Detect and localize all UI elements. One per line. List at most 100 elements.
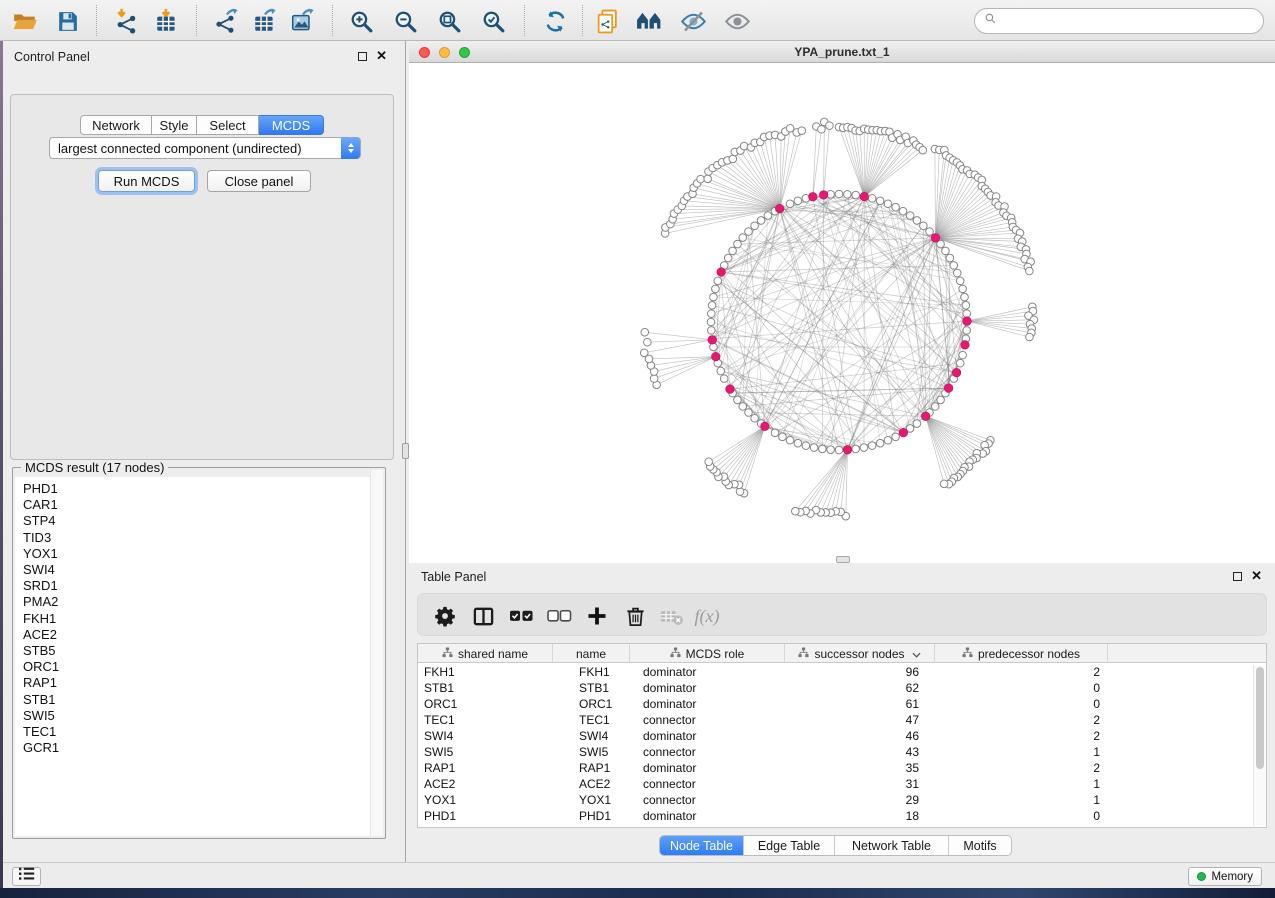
table-row[interactable]: ORC1ORC1dominator610	[418, 696, 1253, 712]
mcds-result-item[interactable]: STB5	[23, 643, 370, 659]
tab-network[interactable]: Network	[80, 115, 152, 135]
show-all-icon[interactable]	[722, 6, 752, 36]
cell: 1	[935, 776, 1108, 792]
tab-mcds[interactable]: MCDS	[259, 115, 324, 135]
column-header-predecessor-nodes[interactable]: predecessor nodes	[935, 644, 1108, 663]
mcds-result-item[interactable]: GCR1	[23, 740, 370, 756]
mcds-result-item[interactable]: PMA2	[23, 594, 370, 610]
mcds-result-item[interactable]: SRD1	[23, 578, 370, 594]
zoom-out-icon[interactable]	[390, 6, 420, 36]
mcds-result-item[interactable]: SWI4	[23, 562, 370, 578]
select-all-icon[interactable]	[508, 603, 534, 629]
tab-style[interactable]: Style	[152, 115, 197, 135]
search-input[interactable]	[1002, 14, 1252, 28]
mcds-result-item[interactable]: ACE2	[23, 627, 370, 643]
apply-layout-icon[interactable]	[540, 6, 570, 36]
table-row[interactable]: TEC1TEC1connector472	[418, 712, 1253, 728]
table-scrollbar-thumb[interactable]	[1256, 667, 1264, 769]
network-graph[interactable]	[409, 63, 1275, 563]
toolbar-separator	[96, 5, 97, 36]
unselect-all-icon[interactable]	[546, 603, 572, 629]
export-table-icon[interactable]	[250, 6, 280, 36]
save-session-icon[interactable]	[52, 6, 82, 36]
column-header-MCDS-role[interactable]: MCDS role	[630, 644, 785, 663]
tab-node-table[interactable]: Node Table	[660, 836, 743, 855]
table-scrollbar[interactable]	[1253, 665, 1265, 826]
tab-edge-table[interactable]: Edge Table	[743, 836, 834, 855]
zoom-fit-icon[interactable]	[434, 6, 464, 36]
mcds-result-item[interactable]: YOX1	[23, 546, 370, 562]
mcds-list-scrollbar[interactable]	[370, 470, 383, 836]
tab-motifs[interactable]: Motifs	[948, 836, 1011, 855]
hide-selected-icon[interactable]	[678, 6, 708, 36]
main-toolbar	[0, 0, 1275, 41]
table-row[interactable]: RAP1RAP1dominator352	[418, 760, 1253, 776]
mcds-result-item[interactable]: TEC1	[23, 724, 370, 740]
import-table-icon[interactable]	[152, 6, 182, 36]
add-column-icon[interactable]	[584, 603, 610, 629]
column-header-name[interactable]: name	[553, 644, 630, 663]
table-toolbar: f(x)	[417, 593, 1267, 636]
tab-select[interactable]: Select	[197, 115, 259, 135]
import-network-icon[interactable]	[112, 6, 142, 36]
cell: dominator	[630, 728, 785, 744]
mcds-result-item[interactable]: ORC1	[23, 659, 370, 675]
cell: ACE2	[553, 776, 630, 792]
cell: RAP1	[418, 760, 553, 776]
cell: connector	[630, 792, 785, 808]
open-file-icon[interactable]	[10, 6, 40, 36]
table-panel-close-icon[interactable]: ✕	[1251, 571, 1262, 581]
table-row[interactable]: YOX1YOX1connector291	[418, 792, 1253, 808]
control-panel-close-icon[interactable]: ✕	[376, 51, 387, 61]
new-network-from-selection-icon[interactable]	[592, 6, 622, 36]
mcds-result-item[interactable]: STB1	[23, 692, 370, 708]
memory-button[interactable]: Memory	[1188, 867, 1262, 886]
splitter-handle[interactable]	[402, 443, 409, 459]
cell: 46	[785, 728, 935, 744]
cell: dominator	[630, 680, 785, 696]
search-box[interactable]	[974, 8, 1264, 34]
optimization-select[interactable]: largest connected component (undirected)	[49, 137, 361, 159]
network-window-titlebar[interactable]: YPA_prune.txt_1	[409, 41, 1275, 63]
run-mcds-button[interactable]: Run MCDS	[98, 170, 195, 192]
horizontal-splitter-handle[interactable]	[836, 556, 850, 563]
mcds-result-item[interactable]: TID3	[23, 530, 370, 546]
table-panel-float-icon[interactable]	[1233, 572, 1242, 581]
mcds-result-item[interactable]: PHD1	[23, 481, 370, 497]
table-row[interactable]: STB1STB1dominator620	[418, 680, 1253, 696]
zoom-selected-icon[interactable]	[478, 6, 508, 36]
mcds-result-item[interactable]: RAP1	[23, 675, 370, 691]
vertical-splitter[interactable]	[401, 41, 409, 862]
column-type-icon	[962, 647, 973, 661]
table-options-icon[interactable]	[432, 603, 458, 629]
task-history-button[interactable]	[12, 867, 41, 886]
table-row[interactable]: SWI5SWI5connector431	[418, 744, 1253, 760]
cytoscape-screen: Control Panel ✕ NetworkStyleSelectMCDS O…	[0, 0, 1275, 898]
zoom-in-icon[interactable]	[346, 6, 376, 36]
control-panel-float-icon[interactable]	[358, 52, 367, 61]
export-network-icon[interactable]	[212, 6, 242, 36]
node-table: shared namenameMCDS rolesuccessor nodesp…	[417, 643, 1267, 828]
cell: 0	[935, 808, 1108, 824]
close-panel-button[interactable]: Close panel	[207, 170, 311, 192]
delete-column-icon[interactable]	[622, 603, 648, 629]
mcds-result-item[interactable]: FKH1	[23, 611, 370, 627]
mcds-result-item[interactable]: SWI5	[23, 708, 370, 724]
table-row[interactable]: PHD1PHD1dominator180	[418, 808, 1253, 824]
cell: YOX1	[418, 792, 553, 808]
network-view-window: YPA_prune.txt_1	[409, 41, 1275, 563]
show-columns-icon[interactable]	[470, 603, 496, 629]
table-row[interactable]: ACE2ACE2connector311	[418, 776, 1253, 792]
mcds-result-item[interactable]: STP4	[23, 513, 370, 529]
first-neighbors-icon[interactable]	[634, 6, 664, 36]
mcds-result-item[interactable]: CAR1	[23, 497, 370, 513]
export-image-icon[interactable]	[288, 6, 318, 36]
table-row[interactable]: SWI4SWI4dominator462	[418, 728, 1253, 744]
table-row[interactable]: FKH1FKH1dominator962	[418, 664, 1253, 680]
network-canvas[interactable]	[409, 63, 1275, 563]
column-header-successor-nodes[interactable]: successor nodes	[785, 644, 935, 663]
column-header-shared-name[interactable]: shared name	[418, 644, 553, 663]
tab-network-table[interactable]: Network Table	[834, 836, 948, 855]
toolbar-separator	[196, 5, 197, 36]
cell: dominator	[630, 760, 785, 776]
